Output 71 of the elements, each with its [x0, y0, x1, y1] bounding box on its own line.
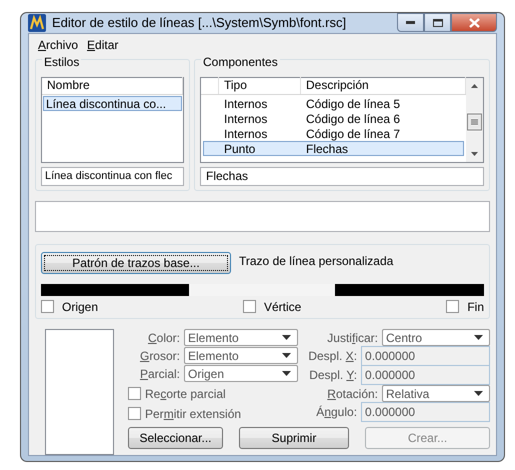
dropdown-caret-icon — [282, 353, 291, 358]
field-label: Color: — [146, 330, 180, 346]
column-header[interactable]: Tipo — [219, 77, 301, 94]
dialog-button[interactable]: Seleccionar... — [128, 426, 223, 448]
dropdown[interactable]: Origen — [184, 365, 298, 382]
dropdown-caret-icon — [474, 391, 483, 396]
checkbox[interactable] — [41, 300, 54, 313]
style-name-field[interactable]: Línea discontinua con flec — [41, 166, 184, 186]
description-field[interactable]: Flechas — [200, 166, 484, 186]
field-label: Rotación: — [326, 386, 378, 402]
dropdown-value: Centro — [386, 330, 422, 346]
component-row[interactable]: Internos Código de línea 6 — [203, 110, 464, 126]
window-title: Editor de estilo de líneas [...\System\Symb\font.rsc] — [52, 14, 346, 32]
checkbox[interactable] — [128, 407, 141, 420]
field-label: Grosor: — [138, 348, 180, 364]
group-title: Estilos — [42, 56, 82, 68]
maximize-button[interactable] — [424, 13, 451, 32]
checkbox-label: Permitir extensión — [145, 406, 242, 422]
minimize-button[interactable] — [397, 13, 424, 32]
number-field[interactable]: 0.000000 — [361, 402, 490, 422]
app-logo-icon — [28, 14, 46, 32]
dropdown-value: Origen — [188, 366, 224, 382]
close-icon — [468, 18, 480, 28]
stroke-caption: Trazo de línea personalizada — [239, 252, 394, 270]
base-pattern-button[interactable]: Patrón de trazos base... — [41, 252, 231, 274]
dropdown-caret-icon — [474, 335, 483, 340]
component-row[interactable]: Internos Código de línea 5 — [203, 96, 464, 110]
component-row[interactable]: Internos Código de línea 7 — [203, 126, 464, 140]
dropdown-caret-icon — [282, 371, 291, 376]
checkbox-label: Recorte parcial — [145, 386, 226, 402]
maximize-icon — [432, 18, 442, 26]
field-label: Ángulo: — [315, 404, 358, 421]
close-button[interactable] — [451, 13, 497, 32]
dropdown[interactable]: Relativa — [382, 385, 490, 402]
minimize-icon — [406, 21, 415, 24]
checkbox[interactable] — [446, 300, 460, 313]
field-label: Justificar: — [326, 330, 378, 346]
style-item[interactable]: Línea discontinua co... — [43, 96, 182, 110]
dropdown[interactable]: Elemento — [184, 329, 298, 346]
menu-item[interactable]: Archivo — [38, 36, 78, 54]
dropdown[interactable]: Elemento — [184, 347, 298, 364]
number-field[interactable]: 0.000000 — [361, 365, 490, 385]
table-cell: Código de línea 6 — [306, 112, 400, 124]
menu-item[interactable]: Editar — [87, 36, 118, 54]
dropdown-value: Elemento — [188, 330, 239, 346]
dropdown-value: Relativa — [386, 386, 430, 402]
dropdown[interactable]: Centro — [382, 329, 490, 346]
dropdown-value: Elemento — [188, 348, 239, 364]
field-label: Parcial: — [138, 366, 180, 382]
checkbox[interactable] — [243, 300, 256, 313]
table-cell-text: Internos — [223, 112, 268, 124]
table-cell: Flechas — [306, 142, 348, 154]
checkbox[interactable] — [128, 387, 141, 400]
table-cell-text: Internos — [223, 96, 268, 110]
checkbox-label: Vértice — [264, 298, 302, 316]
checkbox-label: Fin — [467, 298, 484, 316]
table-cell: Código de línea 5 — [306, 96, 400, 110]
table-cell-text: Internos — [223, 126, 268, 140]
component-row[interactable]: Punto Flechas — [203, 140, 464, 156]
field-label: Despl. X: — [308, 348, 358, 365]
checkbox-label: Origen — [62, 298, 98, 316]
text-field[interactable] — [35, 200, 490, 232]
field-label: Despl. Y: — [308, 367, 358, 384]
table-cell: Código de línea 7 — [306, 126, 400, 140]
column-header[interactable]: Nombre — [42, 77, 183, 94]
scrollbar[interactable] — [466, 78, 483, 162]
dialog-button[interactable]: Suprimir — [239, 426, 349, 448]
dropdown-caret-icon — [282, 335, 291, 340]
table-cell-text: Punto — [223, 142, 256, 154]
group-title: Componentes — [201, 56, 280, 68]
number-field[interactable]: 0.000000 — [361, 346, 490, 366]
